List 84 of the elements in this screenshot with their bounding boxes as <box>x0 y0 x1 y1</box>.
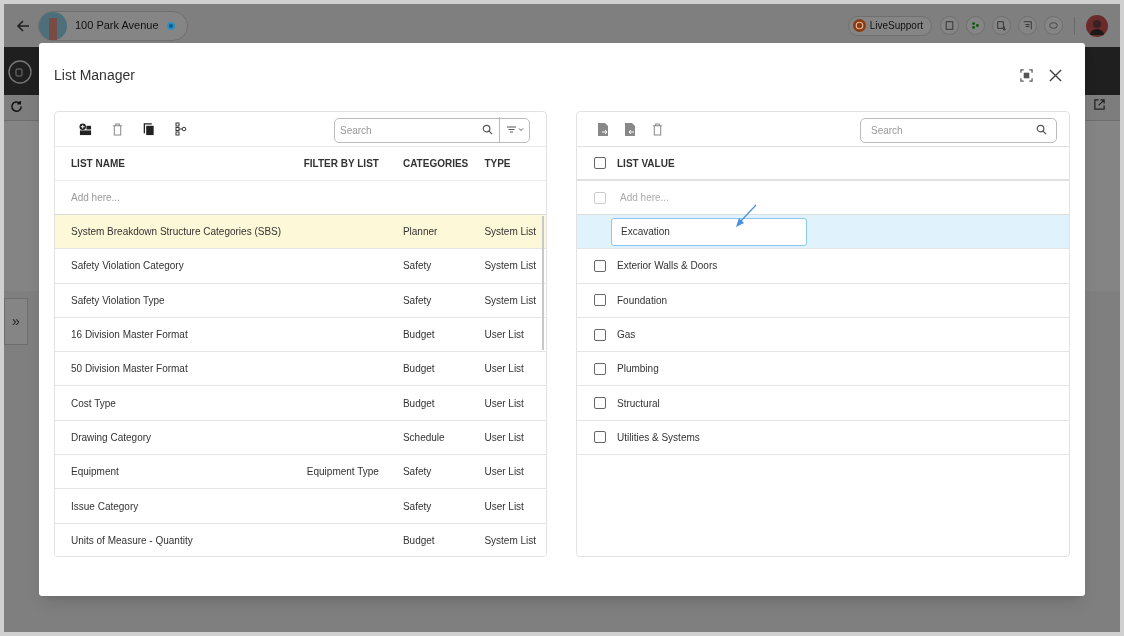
table-cell-text: Safety <box>401 465 433 480</box>
external-link-icon[interactable] <box>1093 98 1106 111</box>
table-cell-text: System Breakdown Structure Categories (SBS) <box>70 225 283 240</box>
table-cell-text: User List <box>483 362 525 377</box>
close-icon[interactable] <box>1049 69 1062 82</box>
trash-icon[interactable] <box>652 122 663 136</box>
table-cell-text: System List <box>483 259 538 274</box>
document-icon[interactable] <box>940 16 959 35</box>
search-field[interactable]: Search <box>334 117 530 143</box>
project-chip[interactable]: 100 Park Avenue <box>38 10 188 41</box>
add-value-field[interactable]: Add here... <box>620 190 820 205</box>
list-row[interactable]: System Breakdown Structure Categories (SBS) Planner System List <box>55 215 546 250</box>
table-cell-text: 50 Division Master Format <box>70 362 189 377</box>
table-cell-text: Equipment <box>70 465 120 480</box>
avatar-icon <box>39 11 67 40</box>
table-cell-text: User List <box>483 499 525 514</box>
search-icon[interactable] <box>482 123 493 135</box>
headset-icon <box>852 19 866 32</box>
list-value: Gas <box>617 328 636 343</box>
table-cell-text: Budget <box>401 328 436 343</box>
value-edit-field[interactable]: Excavation <box>611 217 807 246</box>
app-logo-icon[interactable] <box>8 60 32 84</box>
table-cell-text: Budget <box>401 533 436 548</box>
report-icon[interactable] <box>1018 16 1037 35</box>
search-icon[interactable] <box>1036 123 1047 135</box>
table-cell-text: Units of Measure - Quantity <box>70 533 194 548</box>
table-cell-text: Safety Violation Type <box>70 293 166 308</box>
list-value: Plumbing <box>617 362 659 377</box>
list-value: Utilities & Systems <box>617 430 700 445</box>
checkbox[interactable] <box>594 397 606 410</box>
column-header[interactable]: FILTER BY LIST <box>285 156 389 171</box>
trash-icon[interactable] <box>112 122 123 136</box>
list-value: Foundation <box>617 293 668 308</box>
table-cell-text: Cost Type <box>70 396 117 411</box>
table-cell-text: Budget <box>401 362 436 377</box>
table-cell-text: Budget <box>401 396 436 411</box>
search-field[interactable]: Search <box>860 117 1057 143</box>
checkbox[interactable] <box>594 294 606 307</box>
table-cell-text: Planner <box>401 225 439 240</box>
download-icon[interactable] <box>992 16 1011 35</box>
table-cell-text: 16 Division Master Format <box>70 328 189 343</box>
table-cell-text: Schedule <box>401 430 446 445</box>
column-header[interactable]: TYPE <box>474 156 546 171</box>
checkbox[interactable] <box>594 157 606 169</box>
checkbox[interactable] <box>594 328 606 341</box>
scrollbar-thumb[interactable] <box>542 216 544 350</box>
dots-icon[interactable] <box>966 16 985 35</box>
table-cell-text: User List <box>483 430 525 445</box>
export-file-icon[interactable] <box>625 122 635 136</box>
table-cell-text: System List <box>483 293 538 308</box>
checkbox[interactable] <box>594 362 606 375</box>
column-header[interactable]: CATEGORIES <box>388 156 475 171</box>
table-cell-text: System List <box>483 225 538 240</box>
table-cell-text: Safety Violation Category <box>70 259 185 274</box>
fullscreen-icon[interactable] <box>1020 69 1033 82</box>
pointer-arrow <box>734 204 758 228</box>
table-cell-text: Safety <box>401 499 433 514</box>
add-list-field[interactable]: Add here... <box>71 190 271 205</box>
project-name: 100 Park Avenue <box>75 18 159 34</box>
checkbox[interactable] <box>594 431 606 444</box>
add-list-icon[interactable] <box>79 122 92 136</box>
table-cell-text: User List <box>483 328 525 343</box>
hierarchy-icon[interactable] <box>175 122 187 136</box>
dialog-title: List Manager <box>54 66 135 85</box>
table-cell-text: User List <box>483 396 525 411</box>
user-avatar-icon[interactable] <box>1086 14 1108 37</box>
table-cell-text: System List <box>483 533 538 548</box>
table-cell-text: Drawing Category <box>70 430 153 445</box>
list-value: Exterior Walls & Doors <box>617 259 718 274</box>
list-value: Structural <box>617 396 660 411</box>
copy-icon[interactable] <box>143 122 155 136</box>
table-cell-text: Safety <box>401 293 433 308</box>
refresh-icon[interactable] <box>10 100 23 113</box>
table-cell-text: User List <box>483 465 525 480</box>
back-arrow-icon[interactable] <box>16 18 30 33</box>
live-support-button[interactable]: LiveSupport <box>847 15 932 36</box>
column-header: LIST VALUE <box>617 156 675 171</box>
table-cell-text: Safety <box>401 259 433 274</box>
checkbox[interactable] <box>594 259 606 272</box>
table-cell-text: Issue Category <box>70 499 140 514</box>
import-file-icon[interactable] <box>598 122 608 136</box>
expand-sidebar-button[interactable]: » <box>4 298 28 345</box>
column-header[interactable]: LIST NAME <box>55 156 286 171</box>
table-cell-text: Equipment Type <box>305 465 380 480</box>
